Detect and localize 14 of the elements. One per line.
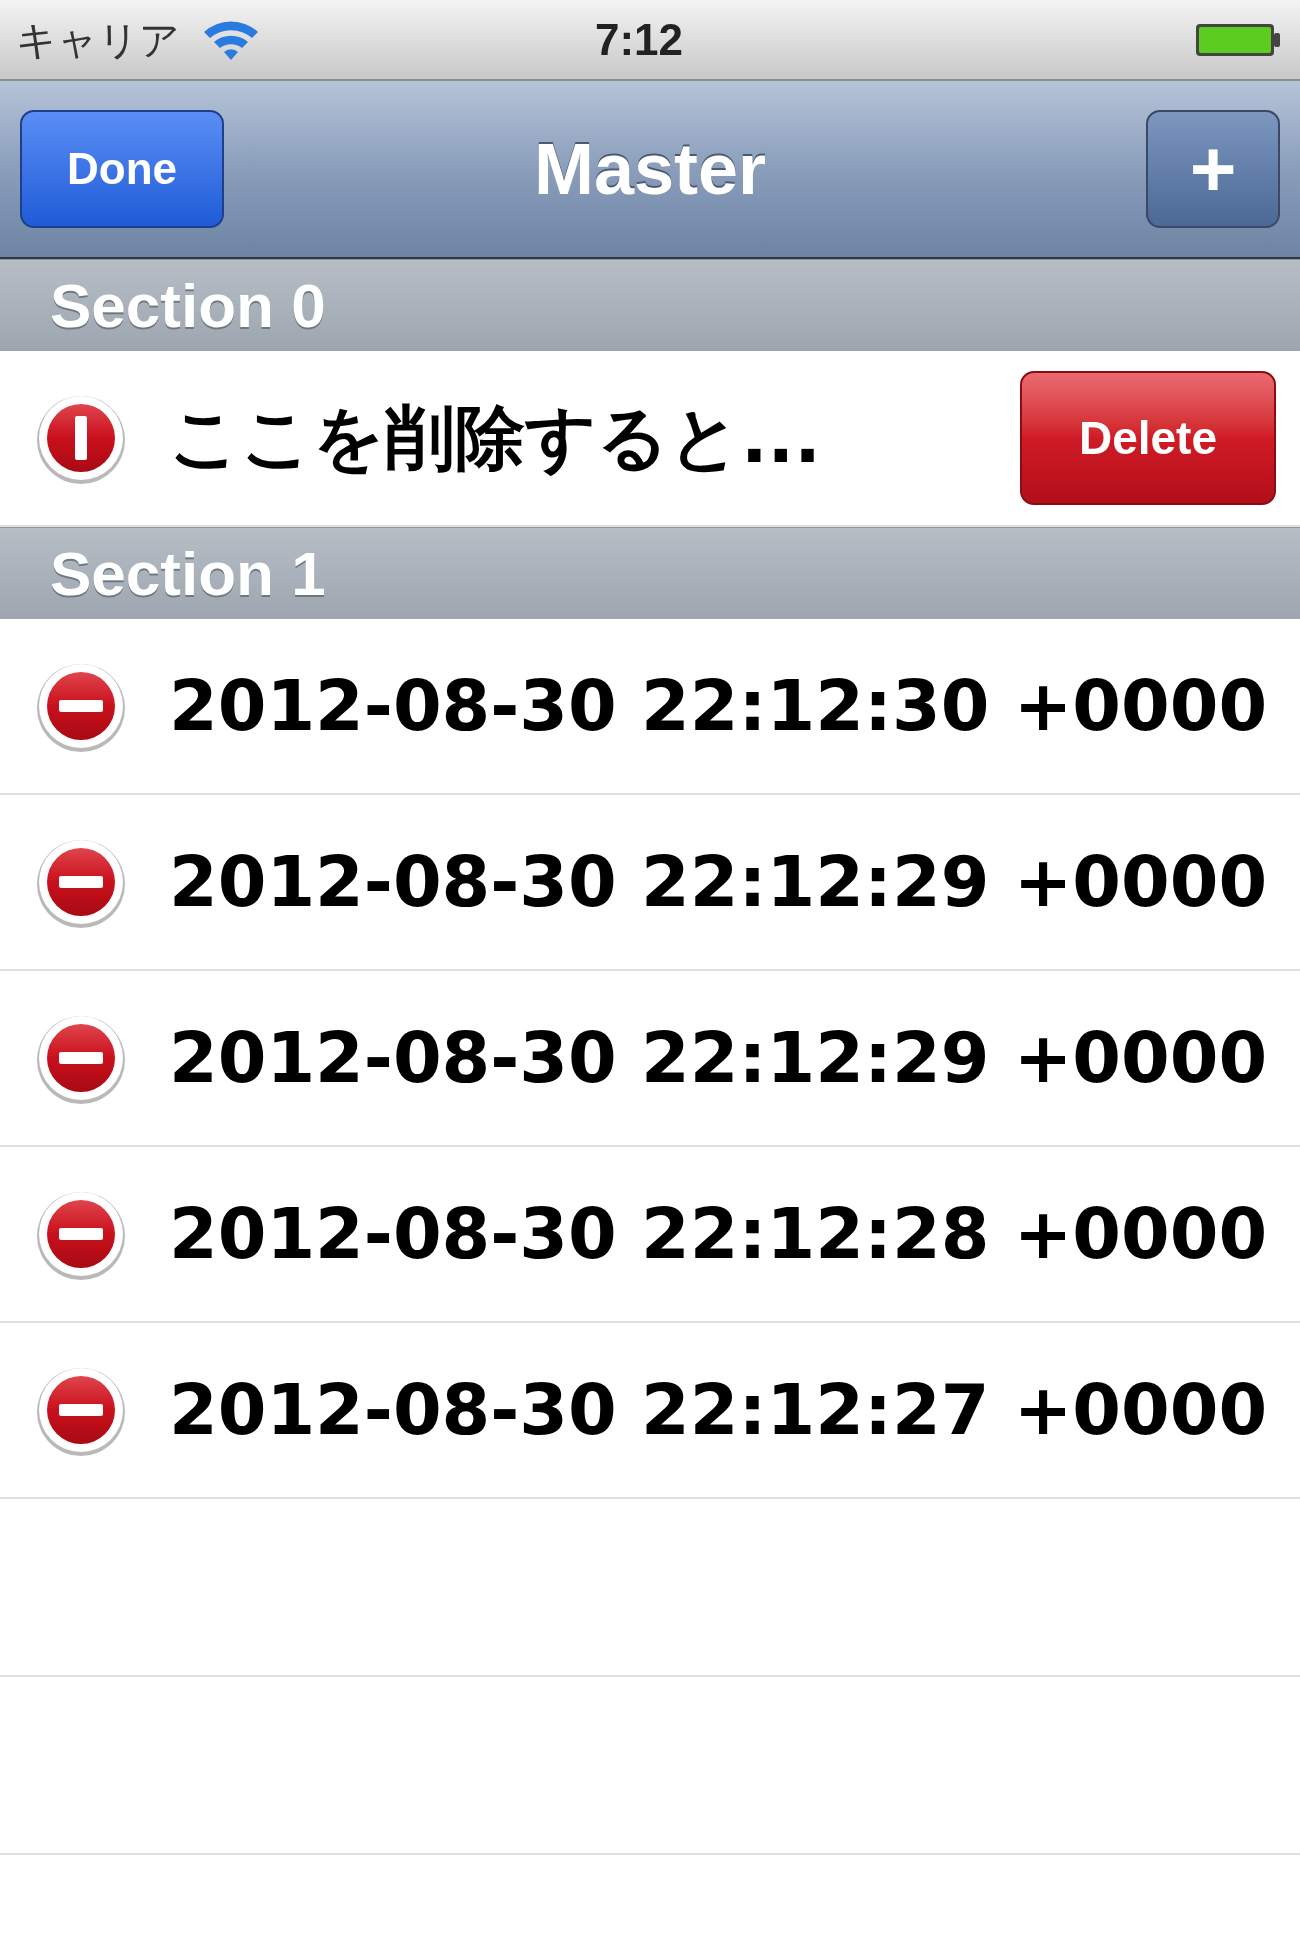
row-text: 2012-08-30 22:12:30 +0000	[169, 663, 1268, 749]
nav-title: Master	[533, 128, 767, 211]
section-header: Section 0	[0, 259, 1300, 351]
clock: 7:12	[595, 13, 684, 66]
add-button[interactable]: +	[1146, 110, 1280, 228]
row-text: 2012-08-30 22:12:27 +0000	[169, 1367, 1268, 1453]
done-button[interactable]: Done	[20, 110, 224, 228]
row-text: ここを削除すると...	[169, 395, 821, 481]
carrier-label: キャリア	[16, 15, 180, 65]
section-header: Section 1	[0, 527, 1300, 619]
row-text: 2012-08-30 22:12:29 +0000	[169, 839, 1268, 925]
row-text: 2012-08-30 22:12:28 +0000	[169, 1191, 1268, 1277]
row-text: 2012-08-30 22:12:29 +0000	[169, 1015, 1268, 1101]
delete-button[interactable]: Delete	[1020, 371, 1276, 505]
